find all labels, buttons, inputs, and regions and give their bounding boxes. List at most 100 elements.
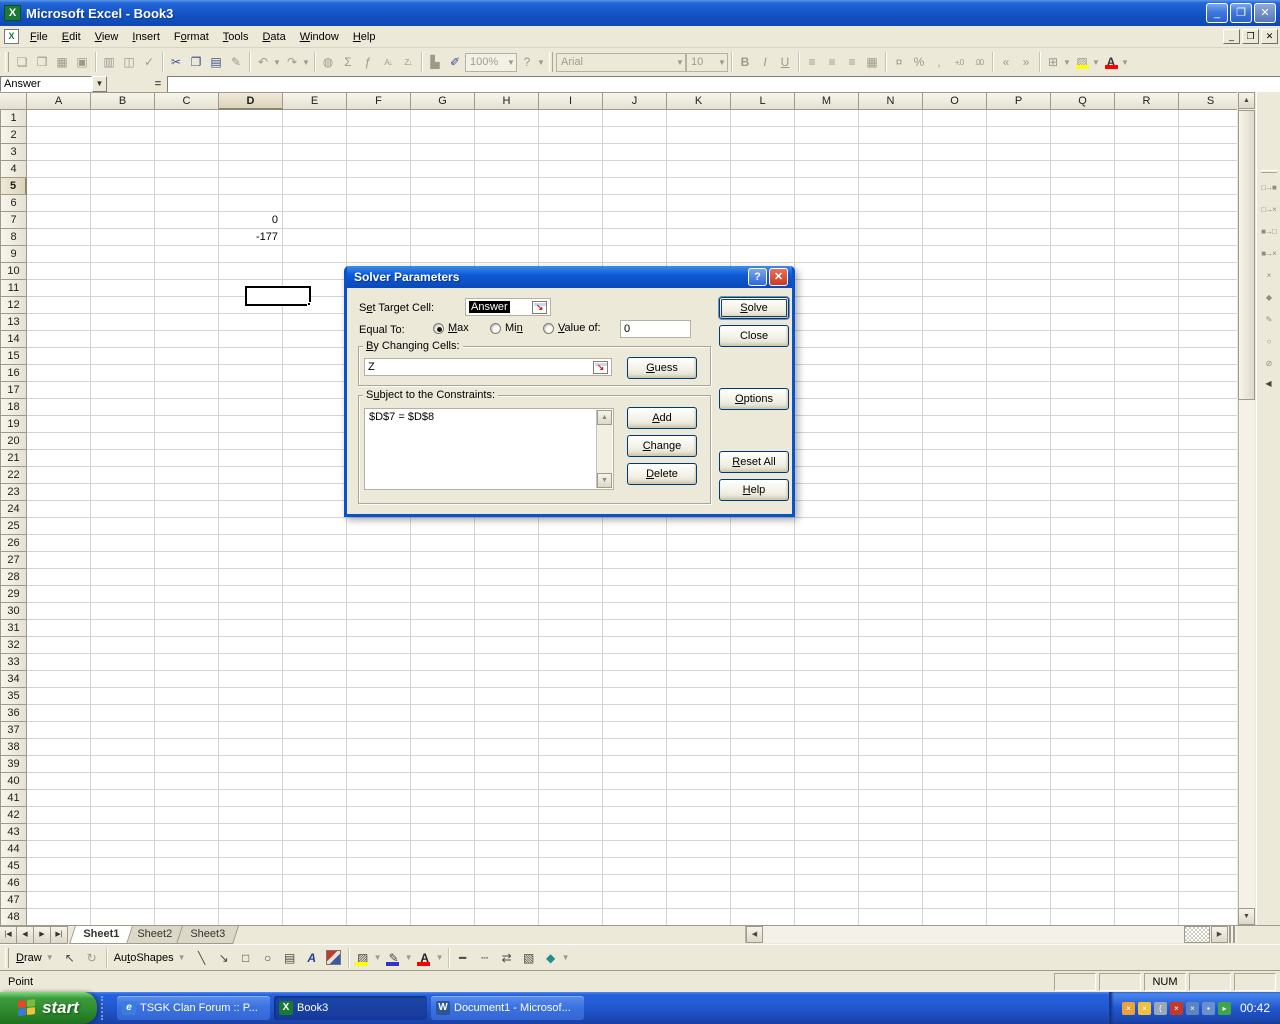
- text-box-icon[interactable]: ▤: [279, 948, 301, 968]
- undo-icon[interactable]: ↶: [253, 52, 273, 72]
- row-header-31[interactable]: 31: [0, 620, 27, 637]
- row-header-15[interactable]: 15: [0, 348, 27, 365]
- row-header-10[interactable]: 10: [0, 263, 27, 280]
- 3d-icon[interactable]: ◆: [540, 948, 562, 968]
- dialog-help-icon[interactable]: ?: [748, 268, 767, 286]
- menu-format[interactable]: Format: [167, 28, 216, 46]
- row-header-48[interactable]: 48: [0, 909, 27, 925]
- borders-dropdown-icon[interactable]: ▼: [1063, 58, 1072, 67]
- reset-all-button[interactable]: Reset All: [719, 451, 789, 473]
- connection-error-icon[interactable]: ×: [1122, 1002, 1135, 1015]
- redo-dropdown-icon[interactable]: ▼: [302, 58, 311, 67]
- circle-invalid-data-icon[interactable]: ○: [1259, 331, 1279, 351]
- formatting-grip[interactable]: [549, 52, 553, 72]
- row-header-29[interactable]: 29: [0, 586, 27, 603]
- network-off-icon[interactable]: ×: [1186, 1002, 1199, 1015]
- constraint-item[interactable]: $D$7 = $D$8: [365, 409, 613, 425]
- scroll-left-icon[interactable]: ◀: [746, 926, 763, 943]
- next-sheet-icon[interactable]: ▶: [34, 926, 51, 944]
- row-header-14[interactable]: 14: [0, 331, 27, 348]
- start-button[interactable]: start: [0, 992, 97, 1024]
- wireless-off-icon[interactable]: ×: [1170, 1002, 1183, 1015]
- cell-d7[interactable]: 0: [219, 212, 281, 229]
- changing-cells-field[interactable]: Z ↘: [364, 358, 612, 376]
- row-header-16[interactable]: 16: [0, 365, 27, 382]
- sheet-tab-sheet3[interactable]: Sheet3: [176, 926, 239, 944]
- row-header-40[interactable]: 40: [0, 773, 27, 790]
- help-button[interactable]: Help: [719, 479, 789, 501]
- column-header-l[interactable]: L: [731, 92, 795, 110]
- delete-button[interactable]: Delete: [627, 463, 697, 485]
- remove-all-arrows-icon[interactable]: ×: [1259, 265, 1279, 285]
- modem-icon[interactable]: (: [1154, 1002, 1167, 1015]
- line-style-icon[interactable]: ━: [452, 948, 474, 968]
- wordart-icon[interactable]: A: [301, 948, 323, 968]
- align-center-icon[interactable]: ≡: [822, 52, 842, 72]
- restore-button[interactable]: ❐: [1230, 3, 1252, 23]
- selected-cell-d5[interactable]: [245, 286, 311, 306]
- arrow-icon[interactable]: ↘: [213, 948, 235, 968]
- column-header-p[interactable]: P: [987, 92, 1051, 110]
- column-header-a[interactable]: A: [27, 92, 91, 110]
- constraints-list[interactable]: $D$7 = $D$8 ▲ ▼: [364, 408, 614, 490]
- row-header-21[interactable]: 21: [0, 450, 27, 467]
- comma-icon[interactable]: ,: [929, 52, 949, 72]
- name-box[interactable]: Answer: [0, 76, 92, 92]
- options-button[interactable]: Options: [719, 388, 789, 410]
- column-header-k[interactable]: K: [667, 92, 731, 110]
- row-header-2[interactable]: 2: [0, 127, 27, 144]
- clip-art-icon[interactable]: [323, 948, 345, 968]
- row-header-7[interactable]: 7: [0, 212, 27, 229]
- column-header-c[interactable]: C: [155, 92, 219, 110]
- remove-precedent-arrows-icon[interactable]: □→×: [1259, 199, 1279, 219]
- row-header-4[interactable]: 4: [0, 161, 27, 178]
- drawing-grip[interactable]: [5, 948, 9, 968]
- menu-help[interactable]: Help: [346, 28, 383, 46]
- font-color-icon[interactable]: A: [1101, 52, 1121, 72]
- bold-icon[interactable]: B: [735, 52, 755, 72]
- minimize-button[interactable]: _: [1206, 3, 1228, 23]
- update-error-icon[interactable]: ×: [1138, 1002, 1151, 1015]
- row-header-19[interactable]: 19: [0, 416, 27, 433]
- font-name-combo[interactable]: Arial ▼: [556, 53, 686, 72]
- column-header-o[interactable]: O: [923, 92, 987, 110]
- line-color-icon[interactable]: ✎: [383, 948, 405, 968]
- chart-wizard-icon[interactable]: ▙: [425, 52, 445, 72]
- horizontal-scrollbar[interactable]: [745, 926, 1237, 943]
- draw-menu[interactable]: Draw ▼: [12, 950, 59, 966]
- underline-icon[interactable]: U: [775, 52, 795, 72]
- trace-error-icon[interactable]: ◆: [1259, 287, 1279, 307]
- range-select-icon[interactable]: ↘: [593, 361, 608, 374]
- cell-d8[interactable]: -177: [219, 229, 281, 246]
- row-header-13[interactable]: 13: [0, 314, 27, 331]
- workbook-restore-button[interactable]: ❐: [1242, 29, 1259, 44]
- row-header-20[interactable]: 20: [0, 433, 27, 450]
- column-header-e[interactable]: E: [283, 92, 347, 110]
- column-header-m[interactable]: M: [795, 92, 859, 110]
- column-header-g[interactable]: G: [411, 92, 475, 110]
- spelling-icon[interactable]: ✓: [139, 52, 159, 72]
- column-header-i[interactable]: I: [539, 92, 603, 110]
- formula-input[interactable]: [167, 76, 1280, 92]
- redo-icon[interactable]: ↷: [282, 52, 302, 72]
- horizontal-scroll-thumb[interactable]: [1184, 926, 1210, 943]
- row-header-24[interactable]: 24: [0, 501, 27, 518]
- row-header-25[interactable]: 25: [0, 518, 27, 535]
- row-header-41[interactable]: 41: [0, 790, 27, 807]
- column-header-s[interactable]: S: [1179, 92, 1237, 110]
- decrease-indent-icon[interactable]: «: [996, 52, 1016, 72]
- row-header-6[interactable]: 6: [0, 195, 27, 212]
- removable-device-icon[interactable]: ▸: [1218, 1002, 1231, 1015]
- paste-function-icon[interactable]: ƒ: [358, 52, 378, 72]
- row-header-47[interactable]: 47: [0, 892, 27, 909]
- toolbar-more-icon[interactable]: ◀: [1257, 379, 1280, 388]
- menu-data[interactable]: Data: [255, 28, 292, 46]
- trace-dependents-icon[interactable]: ■→□: [1259, 221, 1279, 241]
- column-header-h[interactable]: H: [475, 92, 539, 110]
- line-icon[interactable]: ╲: [191, 948, 213, 968]
- scroll-up-icon[interactable]: ▲: [597, 410, 612, 425]
- trace-precedents-icon[interactable]: □→■: [1259, 177, 1279, 197]
- row-header-23[interactable]: 23: [0, 484, 27, 501]
- taskbar-task-tsgk[interactable]: eTSGK Clan Forum :: P...: [117, 996, 270, 1020]
- row-header-18[interactable]: 18: [0, 399, 27, 416]
